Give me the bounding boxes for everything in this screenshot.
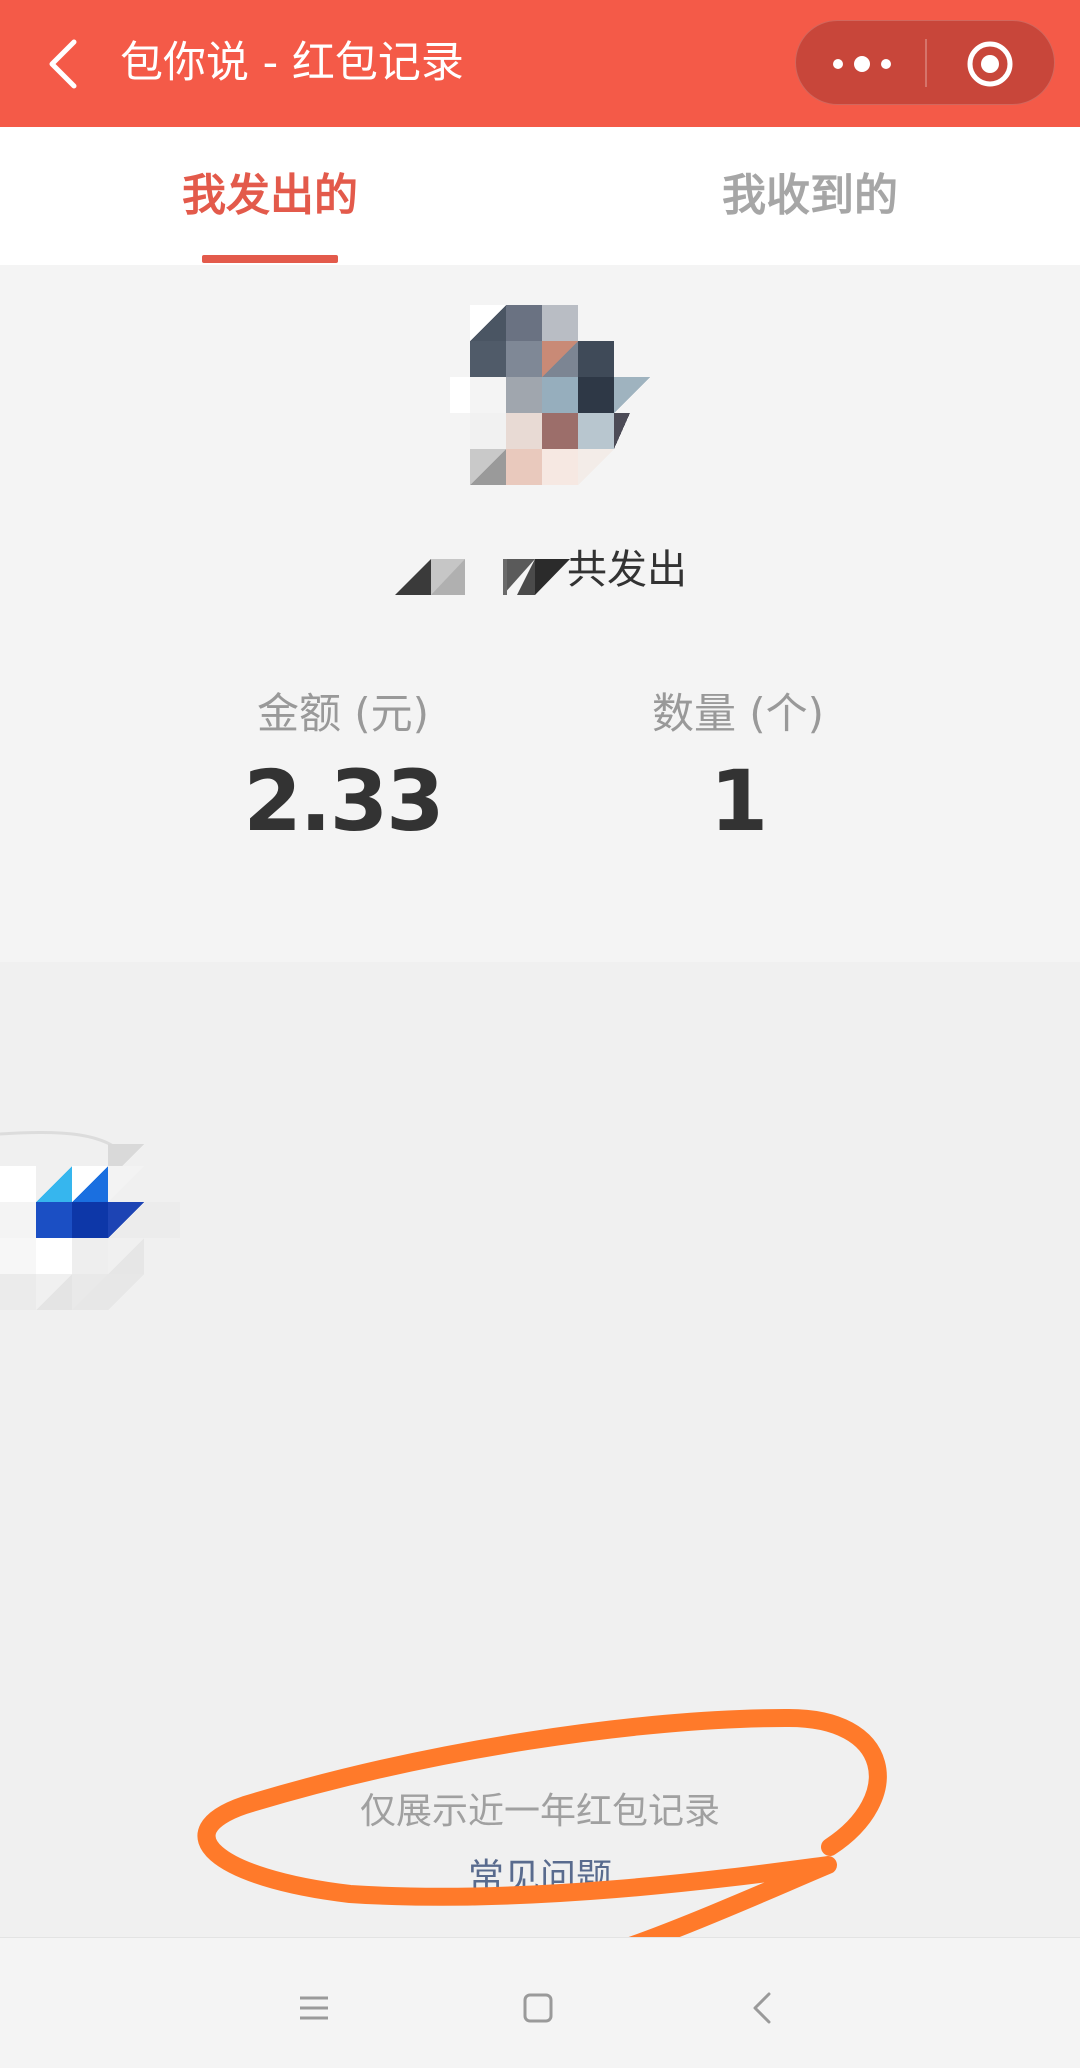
tab-bar: 我发出的 我收到的 [0,127,1080,265]
page-title: 包你说 - 红包记录 [120,38,464,88]
title-bar: 包你说 - 红包记录 [0,0,1080,127]
miniprogram-capsule [795,20,1055,105]
amount-value: 2.33 [243,752,444,850]
back-chevron-icon[interactable] [40,36,90,92]
faq-link[interactable]: 常见问题 [0,1848,1080,1900]
nav-back-chevron-icon[interactable] [733,1978,793,2038]
system-nav-bar [0,1937,1080,2068]
menu-lines-icon[interactable] [284,1978,344,2038]
target-circle-icon[interactable] [966,40,1014,88]
pixelated-card-graphic [0,1130,180,1310]
amount-label: 金额 (元) [256,689,430,738]
sent-total-caption: 共发出 [567,547,687,593]
tab-received[interactable]: 我收到的 [540,127,1080,265]
active-tab-indicator [202,255,338,263]
record-range-note: 仅展示近一年红包记录 [359,1791,720,1832]
home-square-icon[interactable] [508,1978,568,2038]
count-value: 1 [709,752,768,850]
tab-sent[interactable]: 我发出的 [0,127,540,265]
count-label: 数量 (个) [651,689,825,738]
more-dots-icon[interactable] [824,45,900,83]
blurred-username [395,559,570,595]
capsule-divider [925,39,927,87]
avatar [450,305,650,485]
